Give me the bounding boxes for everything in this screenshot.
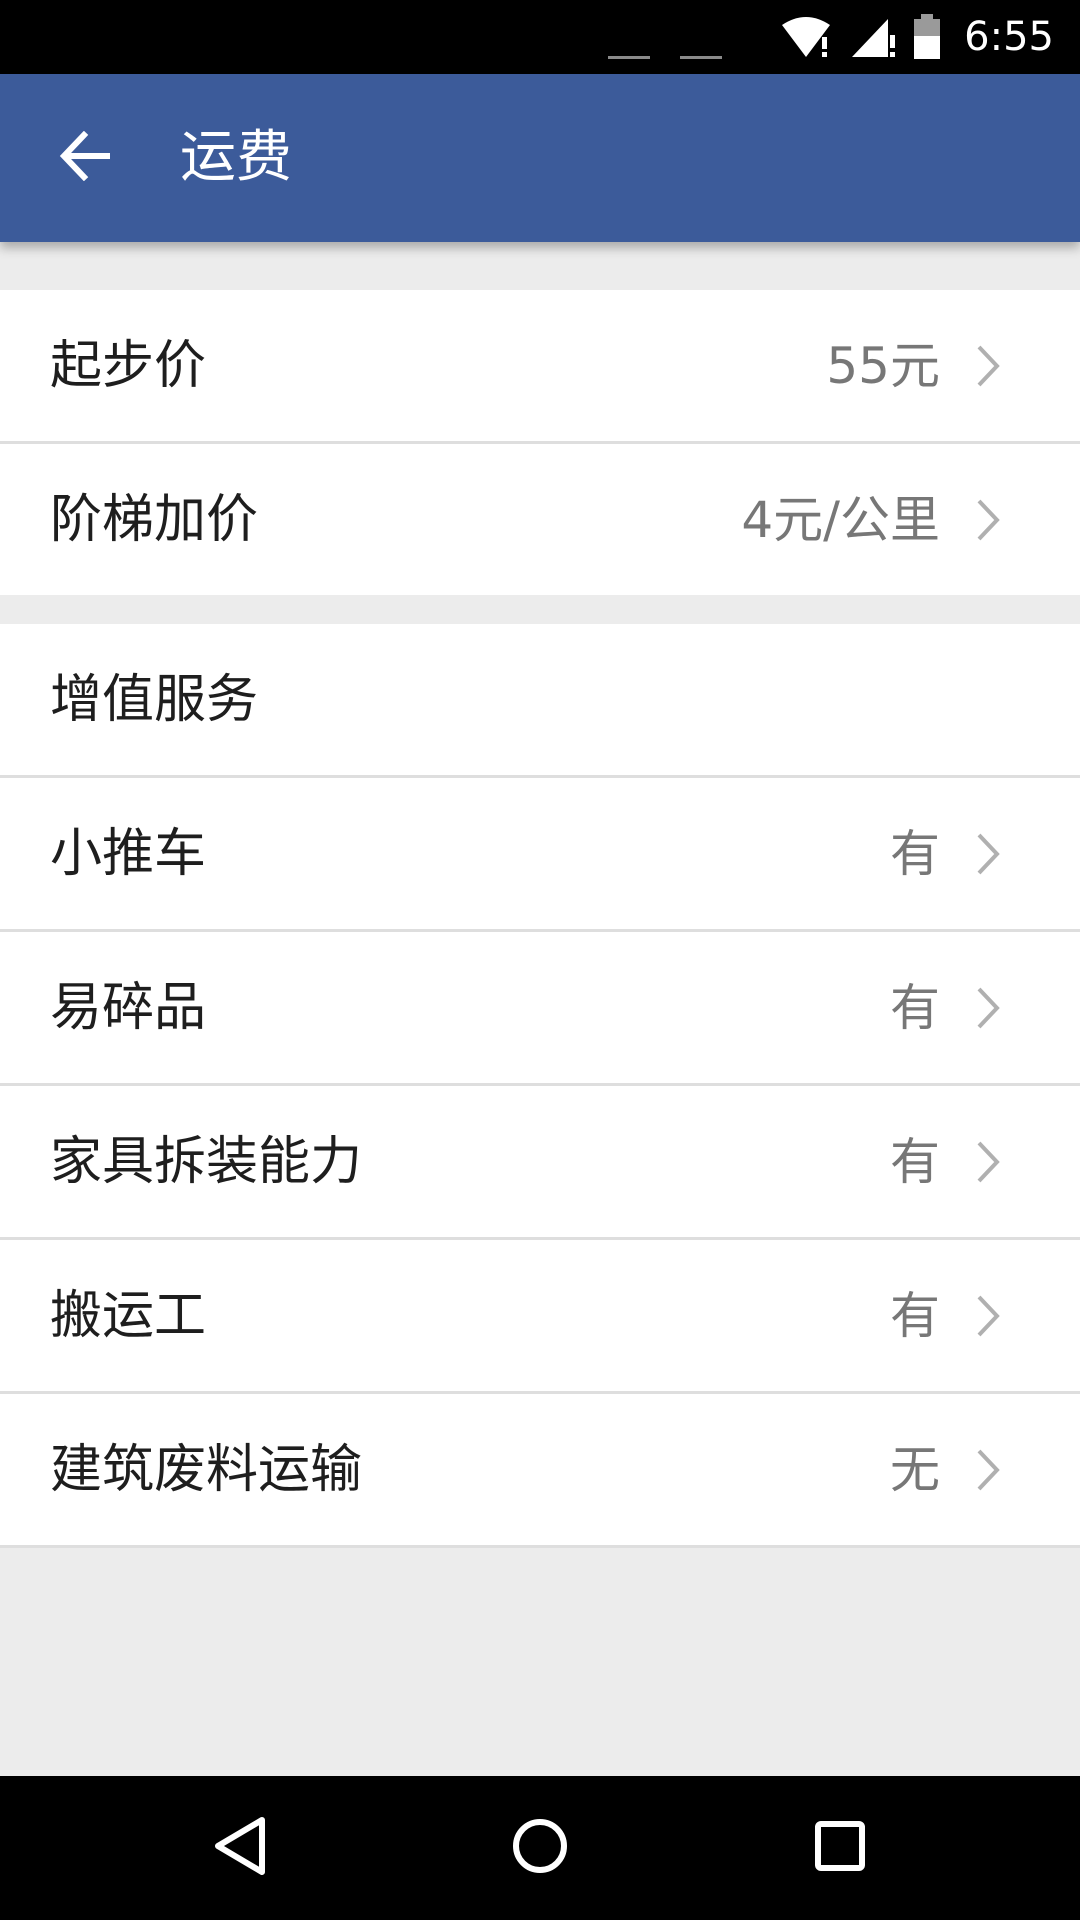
chevron-right-icon: [977, 833, 1000, 874]
status-bar: 6:55: [0, 0, 1080, 74]
chevron-right-icon: [977, 1141, 1000, 1182]
list-item-label: 阶梯加价: [50, 489, 259, 550]
services-header: 增值服务: [0, 624, 1080, 778]
list-item-value: 有: [890, 1286, 940, 1345]
arrow-left-icon: [58, 130, 114, 185]
list-item-porter[interactable]: 搬运工 有: [0, 1240, 1080, 1394]
list-item-label: 易碎品: [50, 977, 207, 1038]
square-recents-icon: [812, 1818, 868, 1878]
list-item-step-price[interactable]: 阶梯加价 4元/公里: [0, 444, 1080, 595]
list-item-value: 4元/公里: [741, 490, 940, 549]
list-item-cart[interactable]: 小推车 有: [0, 778, 1080, 932]
chevron-right-icon: [977, 1449, 1000, 1490]
list-item-value: 有: [890, 978, 940, 1037]
chevron-right-icon: [977, 1295, 1000, 1336]
list-item-fragile[interactable]: 易碎品 有: [0, 932, 1080, 1086]
chevron-right-icon: [977, 345, 1000, 386]
nav-home-button[interactable]: [490, 1798, 590, 1898]
list-item-construction-waste[interactable]: 建筑废料运输 无: [0, 1394, 1080, 1548]
navigation-bar: [0, 1776, 1080, 1920]
status-time: 6:55: [964, 14, 1054, 60]
list-item-label: 家具拆装能力: [50, 1131, 363, 1192]
nav-recents-button[interactable]: [790, 1798, 890, 1898]
list-item-label: 搬运工: [50, 1285, 207, 1346]
cell-signal-alert-icon: [850, 15, 898, 59]
services-list: 增值服务 小推车 有 易碎品 有 家具拆装能力 有 搬运工 有 建筑废料运输 无: [0, 624, 1080, 1548]
pricing-list: 起步价 55元 阶梯加价 4元/公里: [0, 290, 1080, 595]
status-icons: 6:55: [780, 12, 1054, 62]
list-item-label: 起步价: [50, 335, 207, 396]
battery-icon: [912, 14, 942, 60]
chevron-right-icon: [977, 987, 1000, 1028]
list-item-furniture-assembly[interactable]: 家具拆装能力 有: [0, 1086, 1080, 1240]
list-item-label: 建筑废料运输: [50, 1439, 363, 1500]
list-item-label: 小推车: [50, 823, 207, 884]
section-header: 增值服务: [50, 669, 259, 730]
chevron-right-icon: [977, 499, 1000, 540]
circle-home-icon: [510, 1816, 570, 1880]
triangle-back-icon: [210, 1814, 270, 1882]
list-item-start-price[interactable]: 起步价 55元: [0, 290, 1080, 444]
back-button[interactable]: [36, 108, 136, 208]
nav-back-button[interactable]: [190, 1798, 290, 1898]
list-item-value: 无: [890, 1440, 940, 1499]
status-notification-dashes: [608, 56, 728, 62]
app-bar: 运费: [0, 74, 1080, 242]
list-item-value: 55元: [826, 336, 940, 395]
list-item-value: 有: [890, 824, 940, 883]
page-title: 运费: [180, 125, 292, 190]
wifi-alert-icon: [780, 15, 836, 59]
list-item-value: 有: [890, 1132, 940, 1191]
